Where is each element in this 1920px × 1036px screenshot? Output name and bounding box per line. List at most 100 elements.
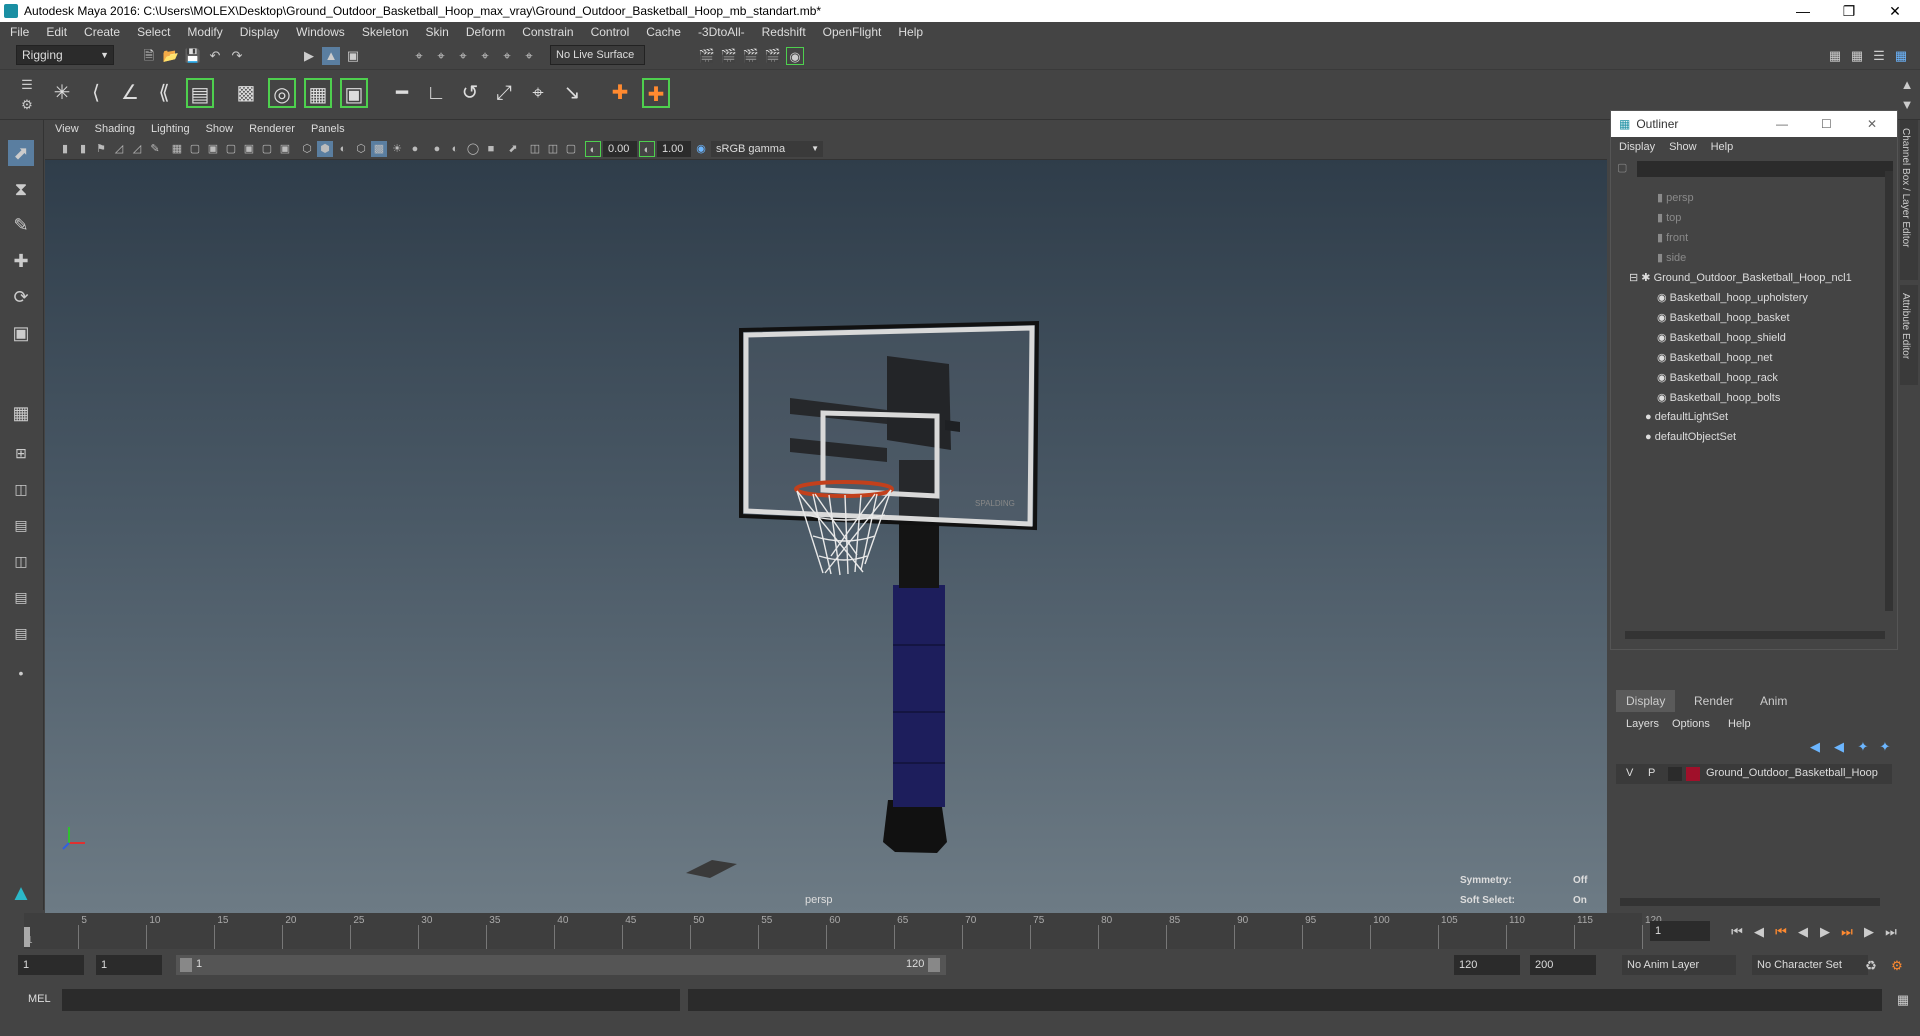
grease-pencil-icon[interactable]: ✎ bbox=[147, 141, 163, 157]
outliner-item-front[interactable]: ▮ front bbox=[1657, 231, 1688, 244]
film-gate-icon[interactable]: ▢ bbox=[187, 141, 203, 157]
restore-button[interactable]: ❐ bbox=[1826, 0, 1872, 22]
layout-options-icon[interactable]: • bbox=[8, 660, 34, 686]
outliner-minimize-button[interactable]: — bbox=[1776, 117, 1788, 131]
open-scene-icon[interactable]: 📂 bbox=[162, 47, 180, 65]
range-slider-bar[interactable]: 1 120 bbox=[176, 955, 946, 975]
use-all-lights-icon[interactable]: ☀ bbox=[389, 141, 405, 157]
outliner-item-child[interactable]: ◉ Basketball_hoop_shield bbox=[1657, 331, 1786, 344]
gate-mask-icon[interactable]: ▢ bbox=[223, 141, 239, 157]
undo-icon[interactable]: ↶ bbox=[206, 47, 224, 65]
vp-menu-panels[interactable]: Panels bbox=[311, 123, 345, 135]
wireframe-icon[interactable]: ⬡ bbox=[299, 141, 315, 157]
constraint-pole-icon[interactable]: ↘ bbox=[558, 78, 586, 108]
xray-components-icon[interactable]: ▢ bbox=[563, 141, 579, 157]
bookmark-icon[interactable]: ⚑ bbox=[93, 141, 109, 157]
menu-create[interactable]: Create bbox=[84, 25, 120, 39]
vp-menu-shading[interactable]: Shading bbox=[95, 123, 135, 135]
scale-tool-icon[interactable]: ▣ bbox=[8, 320, 34, 346]
script-editor-icon[interactable]: ▦ bbox=[1894, 991, 1912, 1009]
outliner-item-child[interactable]: ◉ Basketball_hoop_basket bbox=[1657, 311, 1790, 324]
outliner-item-child[interactable]: ◉ Basketball_hoop_upholstery bbox=[1657, 291, 1808, 304]
redo-icon[interactable]: ↷ bbox=[228, 47, 246, 65]
shadows-icon[interactable]: ● bbox=[407, 141, 423, 157]
character-set-dropdown[interactable]: No Character Set bbox=[1752, 955, 1868, 975]
new-scene-icon[interactable]: 🗎 bbox=[140, 47, 158, 65]
shelf-scroll-down-icon[interactable]: ▼ bbox=[1898, 96, 1916, 114]
xray-icon[interactable]: ◫ bbox=[527, 141, 543, 157]
filter-icon[interactable]: ▢ bbox=[1617, 161, 1627, 174]
outliner-menu-help[interactable]: Help bbox=[1711, 141, 1734, 153]
resolution-gate-icon[interactable]: ▣ bbox=[205, 141, 221, 157]
step-forward-key-icon[interactable]: ⏭ bbox=[1838, 923, 1856, 941]
snap-surface-icon[interactable]: ⌖ bbox=[498, 47, 516, 65]
mel-input[interactable] bbox=[62, 989, 680, 1011]
move-layer-up-icon[interactable]: ◀ bbox=[1806, 738, 1824, 756]
render-view-icon[interactable]: ◉ bbox=[786, 47, 804, 65]
menu-display[interactable]: Display bbox=[240, 25, 279, 39]
textured-icon[interactable]: ▩ bbox=[371, 141, 387, 157]
safe-title-icon[interactable]: ▣ bbox=[277, 141, 293, 157]
attribute-editor-side-tab[interactable]: Attribute Editor bbox=[1900, 285, 1918, 385]
depth-of-field-icon[interactable]: ■ bbox=[483, 141, 499, 157]
locator-icon[interactable]: ✚ bbox=[606, 78, 634, 108]
layer-color-swatch[interactable] bbox=[1686, 767, 1700, 781]
outliner-menu-display[interactable]: Display bbox=[1619, 141, 1655, 153]
shelf-menu-icon[interactable]: ☰ bbox=[18, 76, 36, 94]
paint-select-tool-icon[interactable]: ✎ bbox=[8, 212, 34, 238]
step-back-key-icon[interactable]: ⏮ bbox=[1772, 923, 1790, 941]
vp-menu-show[interactable]: Show bbox=[206, 123, 234, 135]
ik-spline-icon[interactable]: ∠ bbox=[116, 78, 144, 108]
layer-type-toggle[interactable] bbox=[1668, 767, 1682, 781]
layers-horizontal-scrollbar[interactable] bbox=[1620, 898, 1880, 906]
outliner-item-top[interactable]: ▮ top bbox=[1657, 211, 1681, 224]
minimize-button[interactable]: — bbox=[1780, 0, 1826, 22]
viewport-persp[interactable]: View Shading Lighting Show Renderer Pane… bbox=[45, 120, 1607, 913]
collapse-icon[interactable]: ⊟ bbox=[1629, 272, 1641, 284]
layers-menu-help[interactable]: Help bbox=[1728, 718, 1751, 730]
outliner-search-input[interactable] bbox=[1637, 161, 1893, 177]
menu-constrain[interactable]: Constrain bbox=[522, 25, 573, 39]
tab-display[interactable]: Display bbox=[1616, 690, 1676, 712]
outliner-item-child[interactable]: ◉ Basketball_hoop_bolts bbox=[1657, 391, 1780, 404]
step-back-frame-icon[interactable]: ◀ bbox=[1750, 923, 1768, 941]
xray-joints-icon[interactable]: ◫ bbox=[545, 141, 561, 157]
layer-playback-toggle[interactable]: P bbox=[1648, 767, 1655, 779]
menu-openflight[interactable]: OpenFlight bbox=[823, 25, 882, 39]
vp-menu-lighting[interactable]: Lighting bbox=[151, 123, 190, 135]
tab-anim[interactable]: Anim bbox=[1750, 690, 1797, 712]
menu-edit[interactable]: Edit bbox=[46, 25, 67, 39]
move-tool-icon[interactable]: ✚ bbox=[8, 248, 34, 274]
character-controls-icon[interactable]: ▦ bbox=[1848, 47, 1866, 65]
animation-end-field[interactable]: 200 bbox=[1530, 955, 1596, 975]
field-chart-icon[interactable]: ▣ bbox=[241, 141, 257, 157]
gamma-icon[interactable]: ◐ bbox=[639, 141, 655, 157]
channel-box-toggle-icon[interactable]: ▦ bbox=[1892, 47, 1910, 65]
outliner-item-set[interactable]: ● defaultObjectSet bbox=[1645, 431, 1736, 443]
menu-3dtoall[interactable]: -3DtoAll- bbox=[698, 25, 745, 39]
mirror-joint-icon[interactable]: ⟪ bbox=[150, 78, 178, 108]
smooth-shade-icon[interactable]: ⬢ bbox=[317, 141, 333, 157]
menu-redshift[interactable]: Redshift bbox=[762, 25, 806, 39]
animation-preferences-icon[interactable]: ⚙ bbox=[1888, 957, 1906, 975]
lasso-tool-icon[interactable]: ⧗ bbox=[8, 176, 34, 202]
exposure-icon[interactable]: ◐ bbox=[585, 141, 601, 157]
constraint-parent-icon[interactable]: ⌖ bbox=[524, 78, 552, 108]
snap-grid-icon[interactable]: ⌖ bbox=[410, 47, 428, 65]
lattice-icon[interactable]: ▦ bbox=[304, 78, 332, 108]
outliner-item-child[interactable]: ◉ Basketball_hoop_rack bbox=[1657, 371, 1778, 384]
outliner-close-button[interactable]: ✕ bbox=[1867, 117, 1877, 131]
isolate-select-icon[interactable]: ⬈ bbox=[505, 141, 521, 157]
select-tool-icon[interactable]: ⬈ bbox=[8, 140, 34, 166]
play-forwards-icon[interactable]: ▶ bbox=[1816, 923, 1834, 941]
mode-dropdown[interactable]: Rigging ▼ bbox=[16, 45, 114, 65]
grid-toggle-icon[interactable]: ▦ bbox=[169, 141, 185, 157]
color-management-icon[interactable]: ◉ bbox=[693, 141, 709, 157]
side-by-side-layout-icon[interactable]: ◫ bbox=[8, 476, 34, 502]
single-perspective-layout-icon[interactable]: ▦ bbox=[8, 400, 34, 426]
outliner-item-persp[interactable]: ▮ persp bbox=[1657, 191, 1694, 204]
go-to-end-icon[interactable]: ⏭ bbox=[1882, 923, 1900, 941]
range-end-handle[interactable] bbox=[928, 958, 940, 972]
rotate-tool-icon[interactable]: ⟳ bbox=[8, 284, 34, 310]
menu-skeleton[interactable]: Skeleton bbox=[362, 25, 409, 39]
